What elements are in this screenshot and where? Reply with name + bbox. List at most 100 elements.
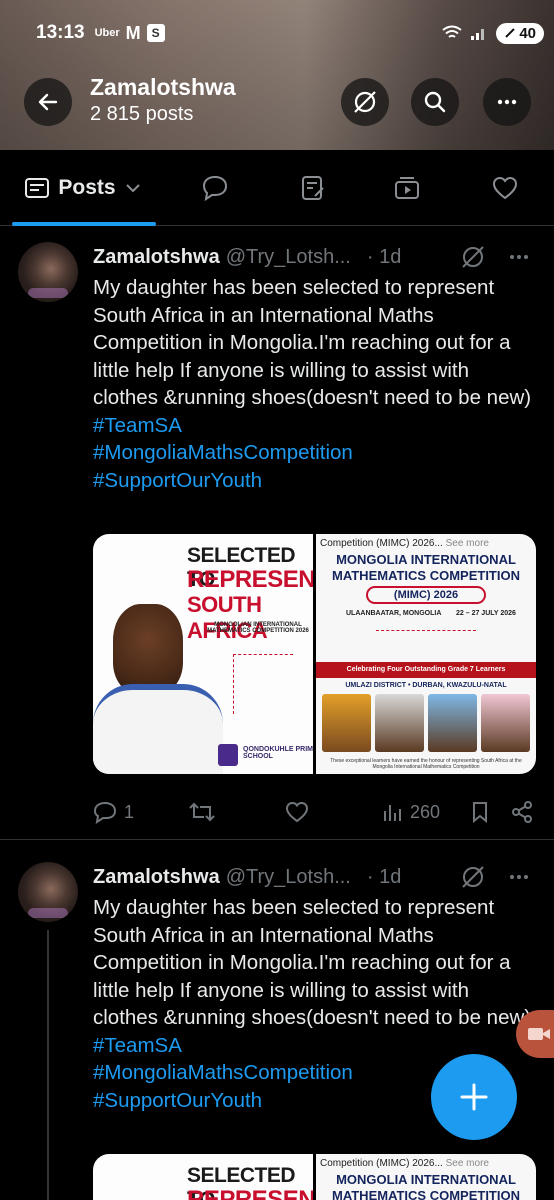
tweet-time: · 1d — [366, 865, 402, 888]
compose-post-button[interactable] — [431, 1054, 517, 1140]
see-more-link[interactable]: See more — [446, 1158, 489, 1169]
more-dots-icon[interactable] — [506, 864, 532, 890]
mimc-location: ULAANBAATAR, MONGOLIA — [346, 610, 442, 617]
mimc-banner: Celebrating Four Outstanding Grade 7 Lea… — [316, 662, 536, 678]
uber-notification-icon: Uber — [94, 27, 120, 39]
user-handle[interactable]: @Try_Lotsh... — [226, 866, 351, 889]
student-uniform — [93, 684, 223, 774]
wifi-icon — [442, 25, 462, 38]
media-video-icon — [395, 177, 419, 199]
tweet-media: SELECTED TO REPRESENT Competition (MIMC)… — [93, 1154, 536, 1200]
status-bar: 13:13 Uber M S 40 — [36, 18, 544, 48]
media-image-selected[interactable]: SELECTED TO REPRESENT — [93, 1154, 313, 1200]
tab-posts-label: Posts — [58, 176, 116, 199]
views-button[interactable]: 260 — [382, 801, 440, 823]
views-chart-icon — [384, 805, 401, 821]
search-icon — [424, 91, 446, 113]
reply-icon — [93, 801, 117, 824]
grok-icon[interactable] — [460, 244, 486, 270]
active-tab-indicator — [12, 222, 156, 226]
grok-button[interactable] — [341, 78, 389, 126]
learner-photo — [481, 694, 530, 752]
thread-line — [47, 930, 49, 1200]
image-caption: Competition (MIMC) 2026... See more — [320, 1158, 489, 1169]
poster-line3: SOUTH AFRICA — [187, 592, 268, 643]
image-caption-text: Competition (MIMC) 2026... — [320, 1158, 443, 1169]
article-icon — [302, 176, 324, 200]
learner-photo — [428, 694, 477, 752]
status-time: 13:13 — [36, 22, 85, 43]
learner-photo — [322, 694, 371, 752]
learner-photos — [322, 694, 530, 752]
profile-name: Zamalotshwa — [90, 74, 236, 100]
mimc-title-line2: MATHEMATICS COMPETITION — [331, 1188, 520, 1200]
repost-icon — [189, 802, 215, 822]
tab-media[interactable] — [380, 150, 434, 226]
poster-line2: REPRESENT — [187, 1186, 313, 1200]
mimc-footer: These exceptional learners have earned t… — [330, 758, 522, 770]
bookmark-button[interactable] — [470, 800, 490, 824]
views-count: 260 — [410, 801, 441, 822]
more-dots-icon[interactable] — [506, 244, 532, 270]
avatar[interactable] — [18, 862, 78, 922]
media-image-mimc[interactable]: Competition (MIMC) 2026... See more MONG… — [316, 1154, 536, 1200]
school-name: QONDOKUHLE PRIMARY SCHOOL — [243, 746, 313, 760]
tweet-actions: 1 260 — [92, 797, 536, 827]
like-button[interactable] — [284, 800, 310, 824]
hashtag[interactable]: #SupportOurYouth — [93, 467, 538, 495]
repost-button[interactable] — [188, 800, 216, 824]
tab-replies[interactable] — [188, 150, 242, 226]
more-dots-icon — [497, 99, 517, 105]
profile-tabs: Posts — [0, 150, 554, 226]
tweet[interactable]: Zamalotshwa @Try_Lotsh... · 1d My daught… — [0, 852, 554, 1200]
avatar[interactable] — [18, 242, 78, 302]
plus-icon — [460, 1083, 488, 1111]
student-photo — [113, 604, 183, 694]
mimc-title-line1: MONGOLIA INTERNATIONAL — [336, 1172, 516, 1187]
heart-icon — [285, 801, 309, 823]
media-image-selected[interactable]: SELECTED TO REPRESENT SOUTH AFRICA MONGO… — [93, 534, 313, 774]
tweet-media: SELECTED TO REPRESENT SOUTH AFRICA MONGO… — [93, 534, 536, 774]
image-caption-text: Competition (MIMC) 2026... — [320, 538, 443, 549]
battery-level: 40 — [519, 24, 536, 42]
bookmark-icon — [473, 802, 487, 824]
media-image-mimc[interactable]: Competition (MIMC) 2026... See more MONG… — [316, 534, 536, 774]
tweet-time: · 1d — [366, 245, 402, 268]
reply-button[interactable]: 1 — [92, 800, 134, 824]
heart-icon — [492, 176, 518, 200]
video-camera-icon — [528, 1028, 550, 1040]
hashtag[interactable]: #TeamSA — [93, 412, 538, 440]
mimc-title-line1: MONGOLIA INTERNATIONAL — [336, 552, 516, 567]
tab-likes[interactable] — [478, 150, 532, 226]
tweet-header: Zamalotshwa @Try_Lotsh... · 1d — [93, 242, 534, 272]
see-more-link[interactable]: See more — [446, 538, 489, 549]
tweet[interactable]: Zamalotshwa @Try_Lotsh... · 1d My daught… — [0, 232, 554, 840]
mcdonalds-notification-icon: M — [125, 22, 141, 43]
learner-photo — [375, 694, 424, 752]
mimc-year-badge: (MIMC) 2026 — [366, 586, 486, 604]
s-notification-icon: S — [146, 24, 165, 42]
tab-posts[interactable]: Posts — [8, 150, 158, 226]
hashtag[interactable]: #MongoliaMathsCompetition — [93, 439, 538, 467]
display-name[interactable]: Zamalotshwa — [93, 866, 220, 889]
tab-articles[interactable] — [286, 150, 340, 226]
tweet-header: Zamalotshwa @Try_Lotsh... · 1d — [93, 862, 534, 892]
search-button[interactable] — [411, 78, 459, 126]
poster-line2: REPRESENT — [187, 566, 313, 593]
travel-route-graphic — [233, 654, 293, 714]
display-name[interactable]: Zamalotshwa — [93, 246, 220, 269]
school-crest — [218, 744, 238, 766]
grok-icon — [354, 91, 376, 113]
back-button[interactable] — [24, 78, 72, 126]
share-icon — [512, 801, 532, 823]
share-button[interactable] — [510, 800, 534, 824]
grok-icon[interactable] — [460, 864, 486, 890]
mimc-district: UMLAZI DISTRICT • DURBAN, KWAZULU-NATAL — [345, 682, 507, 689]
profile-header: Zamalotshwa 2 815 posts — [0, 68, 554, 138]
more-options-button[interactable] — [483, 78, 531, 126]
arrow-left-icon — [38, 93, 58, 111]
image-caption: Competition (MIMC) 2026... See more — [320, 538, 489, 549]
user-handle[interactable]: @Try_Lotsh... — [226, 246, 351, 269]
chevron-down-icon — [125, 184, 140, 193]
tweet-body: My daughter has been selected to represe… — [93, 276, 532, 409]
